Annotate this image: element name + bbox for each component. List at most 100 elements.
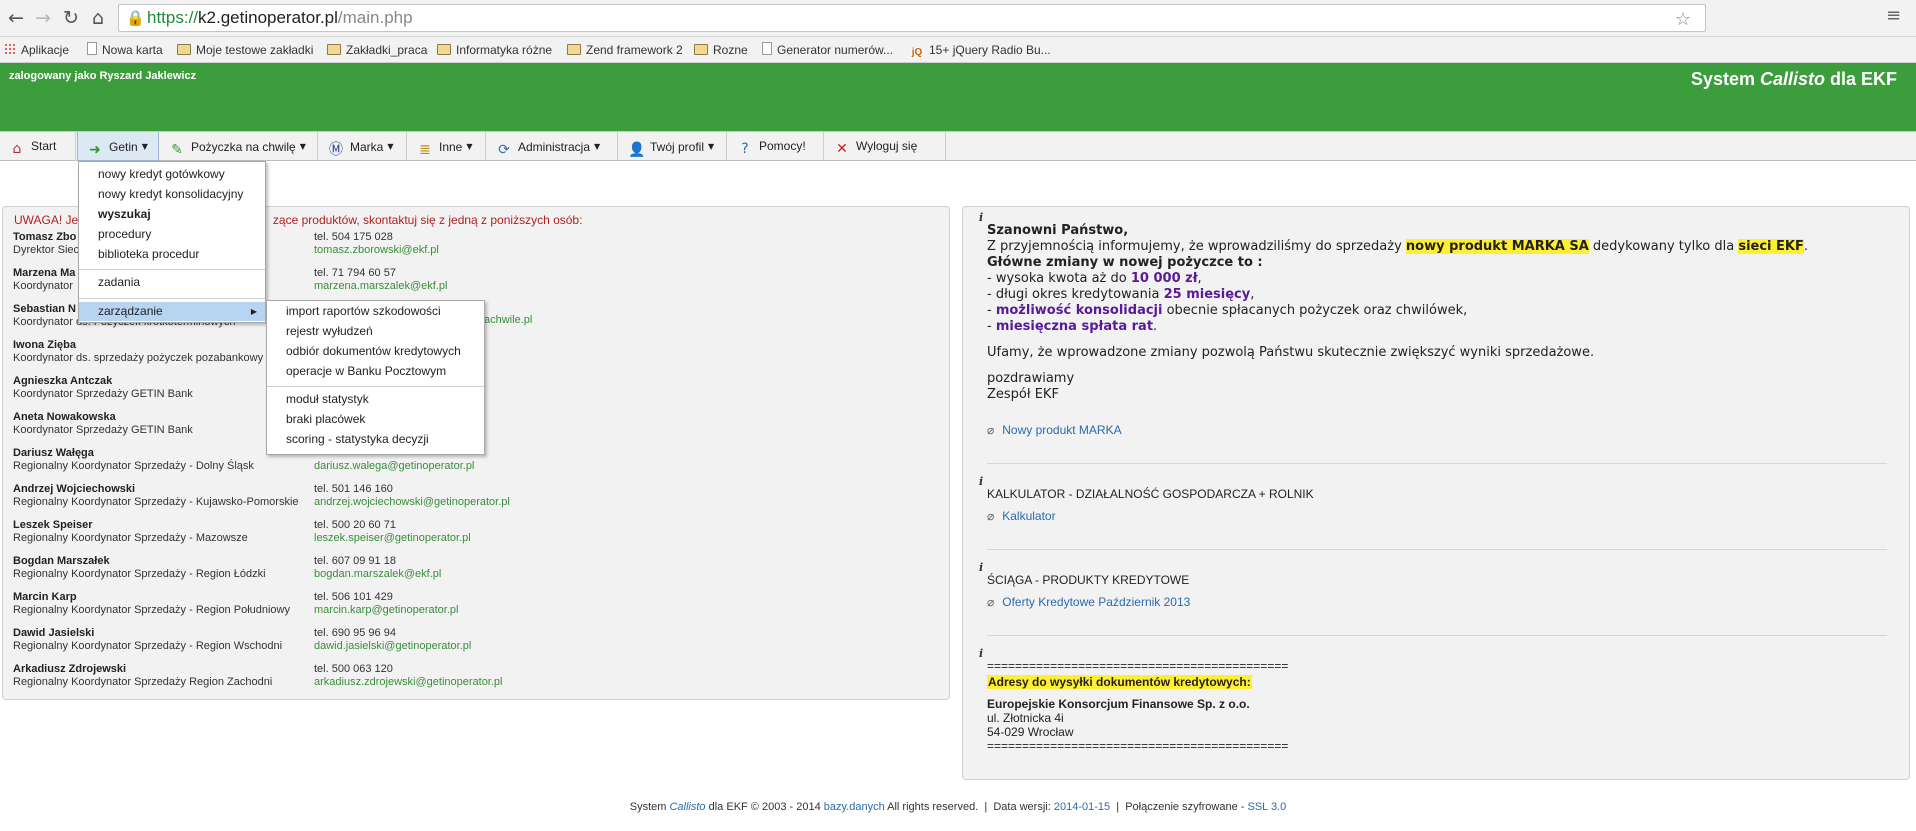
footer-text: | Połączenie szyfrowane - [1110, 801, 1248, 813]
menu-item-braki-placowek[interactable]: braki placówek [267, 410, 484, 429]
contact-name: Marzena Ma [13, 267, 76, 279]
attachment-link[interactable]: ⌀ Kalkulator [987, 509, 1056, 523]
menu-separator [79, 298, 265, 299]
bookmark-label: Zend framework 2 [586, 43, 683, 57]
submenu-arrow-icon: ▶ [250, 307, 257, 316]
browser-menu-icon[interactable]: ≡ [1886, 5, 1901, 26]
menu-wyloguj[interactable]: ✕ Wyloguj się [825, 132, 946, 161]
back-icon[interactable]: ← [4, 6, 28, 30]
menu-item-odbior-dokumentow[interactable]: odbiór dokumentów kredytowych [267, 342, 484, 361]
news-line: Ufamy, że wprowadzone zmiany pozwolą Pań… [987, 345, 1595, 360]
menu-label: Administracja [518, 140, 591, 154]
menu-item-zarzadzanie[interactable]: zarządzanie ▶ [79, 302, 265, 321]
contact-email[interactable]: dawid.jasielski@getinoperator.pl [314, 640, 471, 652]
attachment-link[interactable]: ⌀ Nowy produkt MARKA [987, 423, 1122, 437]
bookmark-folder[interactable]: Moje testowe zakładki [177, 39, 313, 61]
text: Z przyjemnością informujemy, że wprowadz… [987, 239, 1406, 254]
menu-label: Pożyczka na chwilę [191, 140, 296, 154]
emphasis-text: możliwość konsolidacji [995, 303, 1163, 318]
highlight-text: sieci EKF [1738, 239, 1804, 254]
menu-item-wyszukaj[interactable]: wyszukaj [79, 205, 265, 224]
address-bar[interactable]: 🔒 https://k2.getinoperator.pl/main.php ☆ [118, 4, 1706, 32]
contact-email[interactable]: andrzej.wojciechowski@getinoperator.pl [314, 496, 510, 508]
menu-item-nowy-kredyt-gotowkowy[interactable]: nowy kredyt gotówkowy [79, 165, 265, 184]
bookmark-label: Rozne [713, 43, 748, 57]
news-line: - miesięczna spłata rat. [987, 319, 1808, 335]
bookmark-star-icon[interactable]: ☆ [1675, 7, 1691, 33]
logged-user: zalogowany jako Ryszard Jaklewicz [9, 70, 197, 82]
attachment-label: Kalkulator [1002, 509, 1056, 523]
contact-email[interactable]: arkadiusz.zdrojewski@getinoperator.pl [314, 676, 502, 688]
menu-inne[interactable]: ≣ Inne ▼ [408, 132, 486, 161]
url-path: /main.php [337, 8, 413, 27]
footer-brand[interactable]: Callisto [669, 801, 705, 813]
info-icon: i [979, 647, 984, 660]
menu-item-zadania[interactable]: zadania [79, 273, 265, 292]
contact-name: Aneta Nowakowska [13, 411, 116, 423]
contact-name: Bogdan Marszałek [13, 555, 110, 567]
menu-pozyczka[interactable]: ✎ Pożyczka na chwilę ▼ [160, 132, 318, 161]
bookmark-folder[interactable]: Rozne [694, 39, 748, 61]
contact-email[interactable]: achwile.pl [484, 314, 532, 326]
text: obecnie spłacanych pożyczek oraz chwilów… [1162, 303, 1468, 318]
reload-icon[interactable]: ↻ [59, 6, 83, 30]
bookmark-folder[interactable]: Zend framework 2 [567, 39, 683, 61]
news-line: - długi okres kredytowania 25 miesięcy, [987, 287, 1808, 303]
forward-icon[interactable]: → [31, 6, 55, 30]
menu-start[interactable]: ⌂ Start [0, 132, 76, 161]
url-scheme: https:// [147, 8, 199, 27]
bookmark-folder[interactable]: Zakładki_praca [327, 39, 427, 61]
contact-name: Leszek Speiser [13, 519, 93, 531]
contact-name: Iwona Zięba [13, 339, 76, 351]
news-changes-heading: Główne zmiany w nowej pożyczce to : [987, 255, 1263, 270]
contact-email[interactable]: marzena.marszalek@ekf.pl [314, 280, 447, 292]
contact-email[interactable]: tomasz.zborowski@ekf.pl [314, 244, 439, 256]
menu-item-nowy-kredyt-konsolidacyjny[interactable]: nowy kredyt konsolidacyjny [79, 185, 265, 204]
text: , [1197, 271, 1202, 286]
menu-separator [79, 269, 265, 270]
text: - wysoka kwota aż do [987, 271, 1131, 286]
contact-name: Andrzej Wojciechowski [13, 483, 136, 495]
contact-email[interactable]: leszek.speiser@getinoperator.pl [314, 532, 471, 544]
menu-item-import-raportow[interactable]: import raportów szkodowości [267, 302, 484, 321]
contact-email[interactable]: marcin.karp@getinoperator.pl [314, 604, 458, 616]
contact-email[interactable]: bogdan.marszalek@ekf.pl [314, 568, 441, 580]
menu-item-scoring[interactable]: scoring - statystyka decyzji [267, 430, 484, 449]
menu-administracja[interactable]: ⟳ Administracja ▼ [487, 132, 618, 161]
menu-item-procedury[interactable]: procedury [79, 225, 265, 244]
home-icon[interactable]: ⌂ [86, 6, 110, 30]
menu-item-biblioteka-procedur[interactable]: biblioteka procedur [79, 245, 265, 264]
paperclip-icon: ⌀ [987, 509, 995, 523]
menu-item-operacje-bank-pocztowy[interactable]: operacje w Banku Pocztowym [267, 362, 484, 381]
bookmark-apps[interactable]: Aplikacje [4, 39, 69, 61]
attachment-label: Nowy produkt MARKA [1002, 423, 1122, 437]
menu-marka[interactable]: Ⓜ Marka ▼ [319, 132, 407, 161]
calc-title: KALKULATOR - DZIAŁALNOŚĆ GOSPODARCZA + R… [987, 487, 1314, 501]
menu-label: Pomocy! [759, 139, 806, 153]
menu-item-modul-statystyk[interactable]: moduł statystyk [267, 390, 484, 409]
text: - [987, 303, 996, 318]
footer-db-link[interactable]: bazy.danych [824, 801, 885, 813]
close-icon: ✕ [836, 141, 848, 157]
bookmark-item[interactable]: jQ 15+ jQuery Radio Bu... [910, 39, 1051, 61]
menu-pomocy[interactable]: ? Pomocy! [728, 132, 824, 161]
address-heading: Adresy do wysyłki dokumentów kredytowych… [987, 675, 1252, 689]
bookmark-item[interactable]: Generator numerów... [762, 39, 893, 61]
text: - [987, 319, 996, 334]
bookmark-label: Zakładki_praca [346, 43, 428, 57]
contact-role: Koordynator Sprzedaży GETIN Bank [13, 388, 193, 400]
contact-phone: tel. 690 95 96 94 [314, 627, 396, 639]
menu-profil[interactable]: 👤 Twój profil ▼ [619, 132, 727, 161]
contact-email[interactable]: dariusz.walega@getinoperator.pl [314, 460, 474, 472]
address-company: Europejskie Konsorcjum Finansowe Sp. z o… [987, 697, 1250, 711]
bookmark-item[interactable]: Nowa karta [87, 39, 163, 61]
menu-item-rejestr-wyludzen[interactable]: rejestr wyłudzeń [267, 322, 484, 341]
footer-text: System [629, 801, 670, 813]
divider [987, 635, 1887, 636]
bookmark-folder[interactable]: Informatyka różne [437, 39, 552, 61]
contact-role: Regionalny Koordynator Sprzedaży - Mazow… [13, 532, 248, 544]
attachment-link[interactable]: ⌀ Oferty Kredytowe Październik 2013 [987, 595, 1190, 609]
leaf-icon: ✎ [171, 142, 183, 158]
menu-getin[interactable]: ➜ Getin ▼ [77, 132, 159, 161]
title-prefix: System [1690, 69, 1760, 89]
